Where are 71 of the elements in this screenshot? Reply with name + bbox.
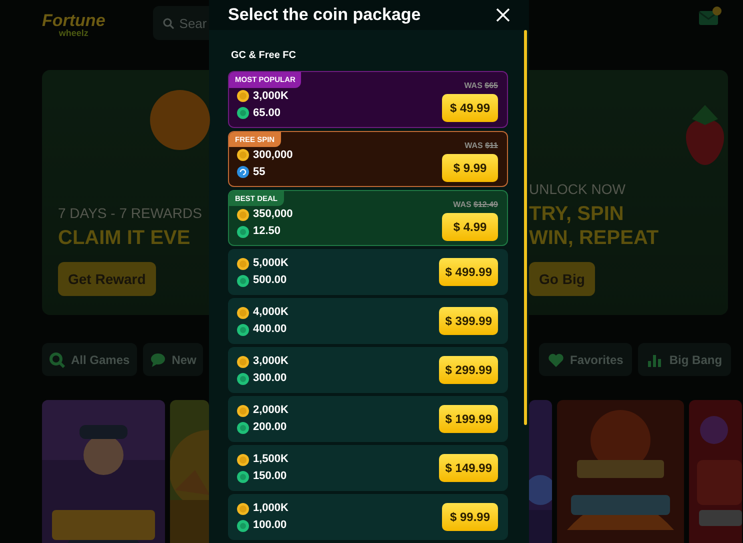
spin-token-icon (237, 166, 249, 178)
price-button[interactable]: $ 149.99 (439, 454, 498, 482)
old-price: WAS $65 (464, 80, 498, 92)
coin-icon (237, 208, 249, 220)
banner-headline: CLAIM IT EVE (58, 226, 192, 250)
price-button[interactable]: $ 99.99 (442, 503, 498, 531)
banner-subtitle: 7 DAYS - 7 REWARDS (58, 206, 203, 220)
close-button[interactable] (496, 8, 510, 22)
token-icon (237, 422, 249, 434)
package-card[interactable]: 1,000K 100.00 $ 99.99 (228, 494, 508, 540)
token-icon (237, 470, 249, 482)
bonus-amount: 150.00 (253, 469, 287, 484)
logo-subtitle: wheelz (58, 29, 90, 38)
scrollbar[interactable] (524, 30, 527, 426)
coin-icon (237, 454, 249, 466)
bonus-amount: 12.50 (253, 224, 281, 240)
package-card[interactable]: 4,000K 400.00 $ 399.99 (228, 298, 508, 344)
coin-icon (237, 404, 249, 416)
price-button[interactable]: $ 4.99 (442, 212, 498, 241)
coin-icon (237, 306, 249, 318)
bonus-amount: 55 (253, 165, 266, 180)
coin-icon (237, 502, 249, 514)
old-price: WAS $12.49 (453, 198, 498, 211)
token-icon (237, 226, 249, 238)
mail-icon[interactable] (698, 6, 722, 26)
package-card[interactable]: 2,000K 200.00 $ 199.99 (228, 396, 508, 442)
heart-icon (548, 352, 564, 368)
coin-amount: 3,000K (253, 88, 288, 104)
coin-amount: 1,000K (253, 501, 288, 516)
bonus-amount: 300.00 (253, 371, 287, 386)
search-icon (49, 352, 65, 368)
coin-icon (237, 149, 249, 162)
package-card[interactable]: 3,000K 300.00 $ 299.99 (228, 347, 508, 393)
section-heading: GC & Free FC (231, 49, 298, 64)
modal-title: Select the coin package (228, 4, 421, 26)
coin-amount: 1,500K (253, 452, 288, 468)
price-button[interactable]: $ 299.99 (439, 356, 498, 384)
coin-amount: 4,000K (253, 305, 288, 320)
coin-amount: 3,000K (253, 354, 288, 370)
token-icon (237, 372, 249, 384)
bonus-amount: 400.00 (253, 322, 287, 338)
chat-icon (150, 352, 166, 368)
banner-headline: TRY, SPIN (529, 202, 625, 226)
search-field[interactable]: Sear (153, 6, 209, 40)
coin-icon (237, 258, 249, 270)
token-icon (237, 324, 249, 336)
coin-icon (237, 356, 249, 368)
coin-amount: 2,000K (253, 403, 288, 418)
price-button[interactable]: $ 399.99 (439, 307, 498, 335)
token-icon (237, 107, 249, 119)
bonus-amount: 65.00 (253, 106, 281, 121)
banner-subtitle: UNLOCK NOW (529, 182, 626, 196)
old-price: WAS $11 (464, 140, 498, 152)
price-button[interactable]: $ 499.99 (439, 258, 498, 286)
close-icon (496, 8, 510, 22)
price-button[interactable]: $ 199.99 (439, 405, 498, 433)
banner-headline: WIN, REPEAT (529, 226, 660, 250)
token-icon (237, 520, 249, 532)
bonus-amount: 100.00 (253, 518, 287, 534)
package-card[interactable]: 5,000K 500.00 $ 499.99 (228, 249, 508, 295)
coin-icon (237, 90, 249, 102)
token-icon (237, 274, 249, 286)
coin-amount: 300,000 (253, 148, 293, 163)
bonus-amount: 500.00 (253, 273, 287, 288)
price-button[interactable]: $ 9.99 (442, 154, 498, 182)
package-card[interactable]: 1,500K 150.00 $ 149.99 (228, 445, 508, 491)
bonus-amount: 200.00 (253, 420, 287, 436)
price-button[interactable]: $ 49.99 (442, 94, 498, 122)
circle-drawing (150, 90, 210, 150)
coin-amount: 5,000K (253, 256, 288, 272)
coin-amount: 350,000 (253, 207, 293, 222)
